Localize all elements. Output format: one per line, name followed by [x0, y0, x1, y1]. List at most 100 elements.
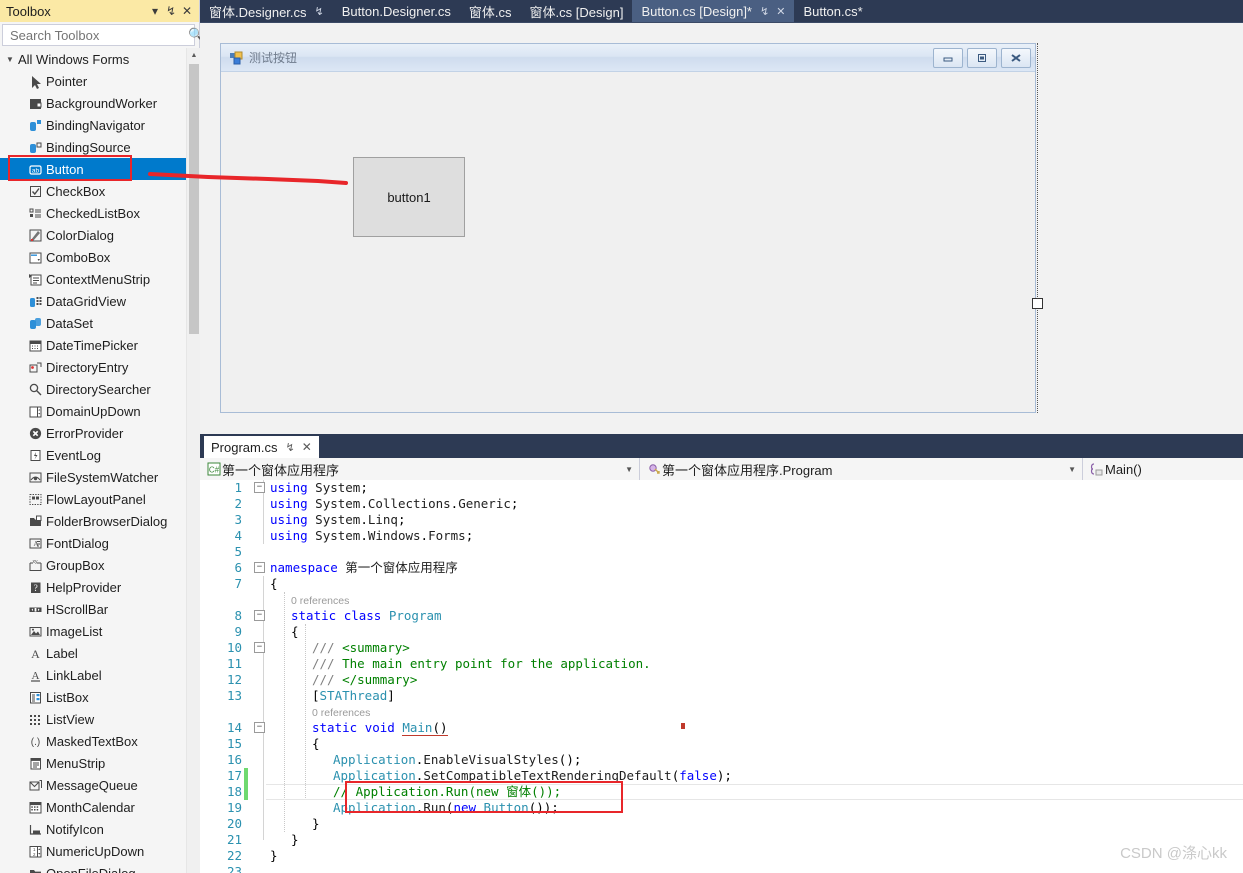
codelens-references[interactable]: 0 references — [200, 592, 1243, 608]
toolbox-item-openfiledialog[interactable]: OpenFileDialog — [0, 862, 186, 873]
toolbox-item-listview[interactable]: ListView — [0, 708, 186, 730]
toolbox-item-menustrip[interactable]: MenuStrip — [0, 752, 186, 774]
code-line-16[interactable]: 16 Application.EnableVisualStyles(); — [200, 752, 1243, 768]
code-line-23[interactable]: 23 — [200, 864, 1243, 873]
toolbox-item-flowlayoutpanel[interactable]: FlowLayoutPanel — [0, 488, 186, 510]
toolbox-item-folderbrowserdialog[interactable]: FolderBrowserDialog — [0, 510, 186, 532]
toolbox-item-dataset[interactable]: DataSet — [0, 312, 186, 334]
designer-button-control[interactable]: button1 — [353, 157, 465, 237]
folderbrowserdialog-icon — [24, 514, 46, 529]
minimize-button[interactable] — [933, 47, 963, 68]
form-client-area[interactable]: button1 — [221, 72, 1035, 412]
navbar-type-selector[interactable]: 第一个窗体应用程序.Program ▼ — [640, 458, 1083, 480]
toolbox-item-colordialog[interactable]: ColorDialog — [0, 224, 186, 246]
designer-resize-grip[interactable] — [1032, 298, 1043, 309]
code-text-area[interactable]: 1− using System; 2 using System.Collections… — [200, 480, 1243, 873]
codelens-references[interactable]: 0 references — [200, 704, 1243, 720]
pin-icon[interactable]: ↯ — [163, 3, 179, 19]
toolbox-item-datagridview[interactable]: DataGridView — [0, 290, 186, 312]
toolbox-item-errorprovider[interactable]: ErrorProvider — [0, 422, 186, 444]
close-icon[interactable]: ✕ — [302, 440, 312, 454]
toolbox-item-linklabel[interactable]: A LinkLabel — [0, 664, 186, 686]
imagelist-icon — [24, 624, 46, 639]
toolbox-item-label[interactable]: A Label — [0, 642, 186, 664]
code-line-10[interactable]: 10 − /// <summary> — [200, 640, 1243, 656]
tab-program-cs[interactable]: Program.cs ↯ ✕ — [204, 436, 319, 458]
toolbox-item-imagelist[interactable]: ImageList — [0, 620, 186, 642]
document-tab-1[interactable]: Button.Designer.cs — [333, 0, 460, 22]
pin-icon[interactable]: ↯ — [315, 5, 324, 18]
chevron-down-icon[interactable]: ▼ — [1068, 465, 1078, 474]
code-line-11[interactable]: 11 /// The main entry point for the appli… — [200, 656, 1243, 672]
code-line-7[interactable]: 7{ — [200, 576, 1243, 592]
code-text: Application.EnableVisualStyles(); — [333, 752, 582, 767]
chevron-down-icon[interactable]: ▾ — [147, 3, 163, 19]
fold-minus-icon[interactable]: − — [254, 482, 265, 493]
scrollbar-thumb[interactable] — [189, 64, 199, 334]
code-line-6[interactable]: 6 − namespace 第一个窗体应用程序 — [200, 560, 1243, 576]
toolbox-item-directoryentry[interactable]: DirectoryEntry — [0, 356, 186, 378]
chevron-down-icon[interactable]: ▼ — [625, 465, 635, 474]
toolbox-item-checkedlistbox[interactable]: CheckedListBox — [0, 202, 186, 224]
code-line-9[interactable]: 9{ — [200, 624, 1243, 640]
navbar-project-selector[interactable]: C# 第一个窗体应用程序 ▼ — [200, 458, 640, 480]
toolbox-search-box[interactable]: 🔍 ▾ — [2, 24, 208, 46]
code-line-4[interactable]: 4 using System.Windows.Forms; — [200, 528, 1243, 544]
toolbox-item-listbox[interactable]: ListBox — [0, 686, 186, 708]
code-line-14[interactable]: 14 − static void Main() — [200, 720, 1243, 736]
document-tab-4[interactable]: Button.cs [Design]* ↯ ✕ — [632, 0, 795, 22]
code-lines-container[interactable]: 1− using System; 2 using System.Collections… — [200, 480, 1243, 873]
toolbox-item-combobox[interactable]: ComboBox — [0, 246, 186, 268]
form-designer-surface[interactable]: 测试按钮 button1 — [200, 22, 1243, 435]
line-number: 1 — [234, 480, 242, 495]
code-line-21[interactable]: 21} — [200, 832, 1243, 848]
code-line-13[interactable]: 13 [STAThread] — [200, 688, 1243, 704]
close-icon[interactable]: ✕ — [179, 3, 195, 19]
code-line-8[interactable]: 8 − static class Program — [200, 608, 1243, 624]
document-tab-5[interactable]: Button.cs* — [794, 0, 871, 22]
toolbox-item-filesystemwatcher[interactable]: FileSystemWatcher — [0, 466, 186, 488]
fold-minus-icon[interactable]: − — [254, 562, 265, 573]
design-form-window[interactable]: 测试按钮 button1 — [220, 43, 1036, 413]
code-line-5[interactable]: 5 — [200, 544, 1243, 560]
code-line-1[interactable]: 1 − using System; — [200, 480, 1243, 496]
code-line-2[interactable]: 2 using System.Collections.Generic; — [200, 496, 1243, 512]
fold-minus-icon[interactable]: − — [254, 642, 265, 653]
search-input[interactable] — [8, 26, 188, 44]
code-line-3[interactable]: 3 using System.Linq; — [200, 512, 1243, 528]
toolbox-item-domainupdown[interactable]: DomainUpDown — [0, 400, 186, 422]
pin-icon[interactable]: ↯ — [285, 441, 294, 454]
toolbox-item-maskedtextbox[interactable]: (.) MaskedTextBox — [0, 730, 186, 752]
document-tab-0[interactable]: 窗体.Designer.cs ↯ — [200, 0, 333, 22]
toolbox-group-all-windows-forms[interactable]: ▼ All Windows Forms — [0, 48, 186, 70]
toolbox-item-messagequeue[interactable]: MessageQueue — [0, 774, 186, 796]
toolbox-item-fontdialog[interactable]: A FontDialog — [0, 532, 186, 554]
code-line-20[interactable]: 20} — [200, 816, 1243, 832]
pin-icon[interactable]: ↯ — [760, 5, 769, 18]
toolbox-item-pointer[interactable]: Pointer — [0, 70, 186, 92]
toolbox-item-datetimepicker[interactable]: DateTimePicker — [0, 334, 186, 356]
navbar-member-selector[interactable]: Main() — [1083, 458, 1243, 480]
scroll-up-arrow-icon[interactable]: ▲ — [187, 48, 201, 62]
document-tab-2[interactable]: 窗体.cs — [460, 0, 521, 22]
toolbox-item-groupbox[interactable]: xy GroupBox — [0, 554, 186, 576]
toolbox-item-monthcalendar[interactable]: MonthCalendar — [0, 796, 186, 818]
toolbox-item-numericupdown[interactable]: 1 2 NumericUpDown — [0, 840, 186, 862]
close-icon[interactable]: ✕ — [776, 5, 785, 18]
maximize-button[interactable] — [967, 47, 997, 68]
close-button[interactable] — [1001, 47, 1031, 68]
code-line-12[interactable]: 12 /// </summary> — [200, 672, 1243, 688]
toolbox-item-backgroundworker[interactable]: BackgroundWorker — [0, 92, 186, 114]
fold-minus-icon[interactable]: − — [254, 610, 265, 621]
document-tab-3[interactable]: 窗体.cs [Design] — [521, 0, 633, 22]
code-line-22[interactable]: 22} — [200, 848, 1243, 864]
toolbox-item-hscrollbar[interactable]: HScrollBar — [0, 598, 186, 620]
toolbox-item-helpprovider[interactable]: ? HelpProvider — [0, 576, 186, 598]
toolbox-item-bindingnavigator[interactable]: BindingNavigator — [0, 114, 186, 136]
toolbox-item-contextmenustrip[interactable]: ContextMenuStrip — [0, 268, 186, 290]
toolbox-item-directorysearcher[interactable]: DirectorySearcher — [0, 378, 186, 400]
fold-minus-icon[interactable]: − — [254, 722, 265, 733]
code-line-15[interactable]: 15 { — [200, 736, 1243, 752]
toolbox-item-eventlog[interactable]: EventLog — [0, 444, 186, 466]
toolbox-item-notifyicon[interactable]: NotifyIcon — [0, 818, 186, 840]
